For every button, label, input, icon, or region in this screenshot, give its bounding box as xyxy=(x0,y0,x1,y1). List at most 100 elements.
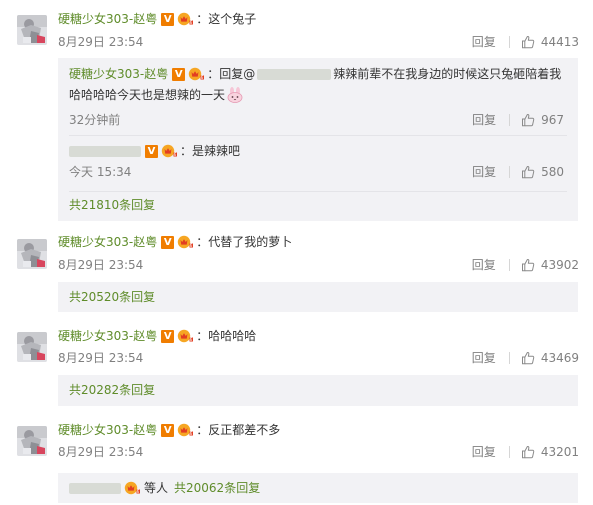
thumbs-up-icon[interactable] xyxy=(521,351,535,365)
avatar[interactable] xyxy=(17,332,47,362)
reply-button[interactable]: 回复 xyxy=(472,164,496,180)
reply-button[interactable]: 回复 xyxy=(472,444,496,460)
reply-divider xyxy=(69,135,567,136)
action-divider xyxy=(509,114,511,126)
action-divider xyxy=(508,352,510,364)
reply-button[interactable]: 回复 xyxy=(472,112,496,128)
reply-text-line1: 辣辣前辈不在我身边的时候这只兔砸陪着我 xyxy=(333,67,562,81)
reply-divider xyxy=(69,191,567,192)
colon-separator: ： xyxy=(196,12,209,26)
reply-item: V ： 是辣辣吧 今天 15:34 回复 580 xyxy=(69,142,578,182)
reply-actions: 回复 580 xyxy=(472,164,564,180)
others-label: 等人 xyxy=(144,481,169,495)
thumbs-up-icon[interactable] xyxy=(521,113,535,127)
vip-crown-icon xyxy=(177,423,194,437)
reply-text: 是辣辣吧 xyxy=(192,144,241,158)
avatar[interactable] xyxy=(17,15,47,45)
replies-summary: 等人 共20062条回复 xyxy=(69,479,260,497)
bunny-emoji-icon xyxy=(227,87,243,103)
comment-header: 硬糖少女303-赵粤 V ： 这个兔子 xyxy=(58,10,256,28)
comment-item: 硬糖少女303-赵粤 V ： 代替了我的萝卜 8月29日 23:54 回复 43… xyxy=(0,226,593,318)
reply-meta-row: 32分钟前 回复 967 xyxy=(69,106,578,132)
reply-button[interactable]: 回复 xyxy=(472,34,496,50)
blurred-username xyxy=(257,68,332,80)
action-divider xyxy=(508,259,510,271)
thumbs-up-icon[interactable] xyxy=(521,35,535,49)
reply-item: 硬糖少女303-赵粤 V ： 回复@ 辣辣前辈不在我身边的时候这只兔砸陪着我 哈… xyxy=(69,64,578,132)
colon-separator: ： xyxy=(180,144,193,158)
reply-line-1: 硬糖少女303-赵粤 V ： 回复@ 辣辣前辈不在我身边的时候这只兔砸陪着我 xyxy=(69,64,578,84)
action-divider xyxy=(508,36,510,48)
avatar-image xyxy=(17,15,47,45)
comment-text: 哈哈哈哈 xyxy=(208,329,257,343)
reply-button[interactable]: 回复 xyxy=(472,350,496,366)
vip-crown-icon xyxy=(161,144,178,158)
comment-text: 这个兔子 xyxy=(208,12,257,26)
verified-v-icon: V xyxy=(145,144,158,158)
comment-item: 硬糖少女303-赵粤 V ： 反正都差不多 8月29日 23:54 回复 432… xyxy=(0,414,593,505)
verified-v-icon: V xyxy=(161,423,175,437)
blurred-username xyxy=(69,145,141,157)
replies-box: 共20520条回复 xyxy=(58,282,578,312)
more-replies-link[interactable]: 共21810条回复 xyxy=(69,198,155,212)
colon-separator: ： xyxy=(196,329,209,343)
like-count: 580 xyxy=(541,165,564,179)
like-count: 43469 xyxy=(540,351,579,365)
thumbs-up-icon[interactable] xyxy=(521,258,535,272)
avatar[interactable] xyxy=(17,426,47,456)
verified-v-icon: V xyxy=(161,235,175,249)
avatar-image xyxy=(17,332,47,362)
comment-actions: 回复 43201 xyxy=(472,444,579,460)
username-link[interactable]: 硬糖少女303-赵粤 xyxy=(58,233,157,251)
avatar-image xyxy=(17,426,47,456)
like-count: 44413 xyxy=(540,35,579,49)
vip-crown-icon xyxy=(177,329,194,343)
comment-text: 代替了我的萝卜 xyxy=(208,235,293,249)
like-count: 967 xyxy=(541,113,564,127)
more-replies-link[interactable]: 共20520条回复 xyxy=(69,290,155,304)
action-divider xyxy=(509,166,511,178)
username-link[interactable]: 硬糖少女303-赵粤 xyxy=(58,421,157,439)
comment-actions: 回复 43902 xyxy=(472,257,579,273)
verified-v-icon: V xyxy=(161,329,175,343)
comment-time: 8月29日 23:54 xyxy=(58,35,144,49)
reply-actions: 回复 967 xyxy=(472,112,564,128)
comment-time: 8月29日 23:54 xyxy=(58,351,144,365)
reply-time: 今天 15:34 xyxy=(69,165,132,179)
colon-separator: ： xyxy=(196,235,209,249)
comment-item: 硬糖少女303-赵粤 V ： 哈哈哈哈 8月29日 23:54 回复 43469… xyxy=(0,320,593,412)
username-link[interactable]: 硬糖少女303-赵粤 xyxy=(58,327,157,345)
reply-line-2: 哈哈哈哈今天也是想辣的一天 xyxy=(69,84,578,106)
reply-text-line2: 哈哈哈哈今天也是想辣的一天 xyxy=(69,88,226,102)
comment-header: 硬糖少女303-赵粤 V ： 反正都差不多 xyxy=(58,421,280,439)
comment-actions: 回复 44413 xyxy=(472,34,579,50)
avatar[interactable] xyxy=(17,239,47,269)
replies-box: 硬糖少女303-赵粤 V ： 回复@ 辣辣前辈不在我身边的时候这只兔砸陪着我 哈… xyxy=(58,58,578,221)
vip-crown-icon xyxy=(177,235,194,249)
replies-box: 等人 共20062条回复 xyxy=(58,473,578,503)
more-replies-link[interactable]: 共20062条回复 xyxy=(174,479,260,497)
verified-v-icon: V xyxy=(161,12,175,26)
thumbs-up-icon[interactable] xyxy=(521,445,535,459)
comment-item: 硬糖少女303-赵粤 V ： 这个兔子 8月29日 23:54 回复 44413… xyxy=(0,0,593,225)
avatar-image xyxy=(17,239,47,269)
blurred-username xyxy=(69,482,121,494)
verified-v-icon: V xyxy=(172,67,186,81)
vip-crown-icon xyxy=(188,67,205,81)
comment-actions: 回复 43469 xyxy=(472,350,579,366)
comment-header: 硬糖少女303-赵粤 V ： 代替了我的萝卜 xyxy=(58,233,292,251)
more-replies-link[interactable]: 共20282条回复 xyxy=(69,383,155,397)
colon-separator: ： xyxy=(207,67,220,81)
thumbs-up-icon[interactable] xyxy=(521,165,535,179)
reply-meta-row: 今天 15:34 回复 580 xyxy=(69,160,578,182)
action-divider xyxy=(508,446,510,458)
reply-button[interactable]: 回复 xyxy=(472,257,496,273)
comment-time: 8月29日 23:54 xyxy=(58,258,144,272)
username-link[interactable]: 硬糖少女303-赵粤 xyxy=(58,10,157,28)
vip-crown-icon xyxy=(177,12,194,26)
replies-box: 共20282条回复 xyxy=(58,375,578,406)
reply-prefix: 回复@ xyxy=(219,67,256,81)
username-link[interactable]: 硬糖少女303-赵粤 xyxy=(69,64,168,84)
like-count: 43201 xyxy=(540,445,579,459)
colon-separator: ： xyxy=(196,423,209,437)
